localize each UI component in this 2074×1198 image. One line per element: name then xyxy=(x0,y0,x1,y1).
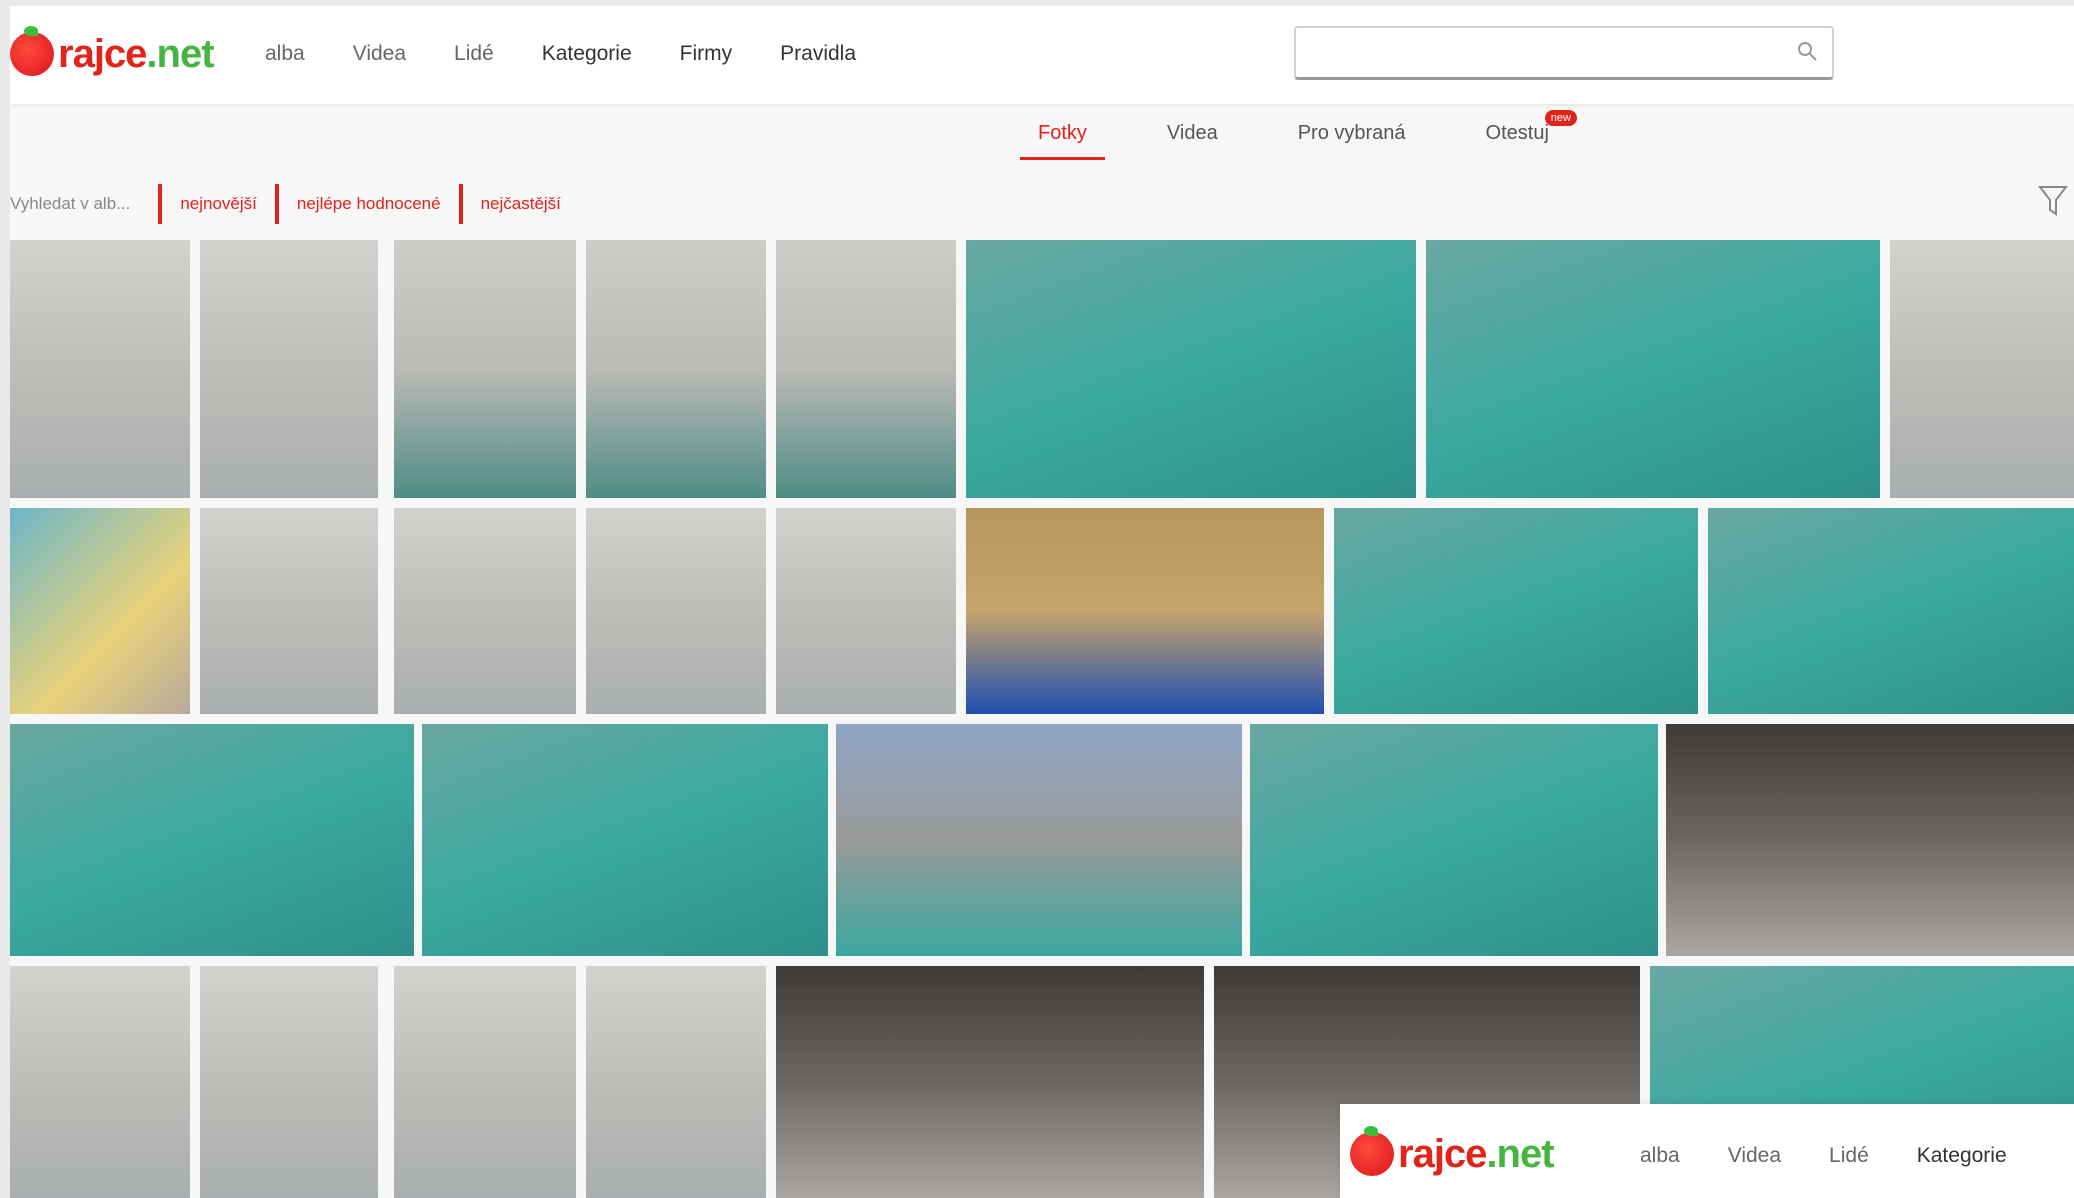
photo-thumbnail[interactable] xyxy=(586,240,766,498)
site-header: rajce.net alba Videa Lidé Kategorie Firm… xyxy=(10,6,2074,104)
filter-most-frequent[interactable]: nejčastější xyxy=(475,194,567,214)
filter-divider xyxy=(158,184,163,224)
photo-thumbnail[interactable] xyxy=(586,966,766,1198)
banner-nav-people[interactable]: Lidé xyxy=(1829,1144,1869,1168)
photo-thumbnail[interactable] xyxy=(200,508,378,714)
tab-videos[interactable]: Videa xyxy=(1149,118,1236,160)
page: rajce.net alba Videa Lidé Kategorie Firm… xyxy=(10,6,2074,1198)
banner-nav-videos[interactable]: Videa xyxy=(1728,1144,1781,1168)
logo-text: rajce.net xyxy=(1398,1131,1555,1176)
banner-logo[interactable]: rajce.net xyxy=(1350,1124,1555,1184)
photo-thumbnail[interactable] xyxy=(394,966,576,1198)
banner-nav: alba Videa Lidé Kategorie xyxy=(1640,1144,2055,1168)
filter-newest[interactable]: nejnovější xyxy=(174,194,263,214)
new-badge: new xyxy=(1544,110,1577,126)
photo-thumbnail[interactable] xyxy=(10,966,190,1198)
photo-thumbnail[interactable] xyxy=(776,508,956,714)
nav-videos[interactable]: Videa xyxy=(353,42,406,66)
photo-thumbnail[interactable] xyxy=(776,966,1204,1198)
nav-rules[interactable]: Pravidla xyxy=(780,42,856,66)
banner-nav-albums[interactable]: alba xyxy=(1640,1144,1680,1168)
photo-thumbnail[interactable] xyxy=(836,724,1242,956)
photo-thumbnail[interactable] xyxy=(776,240,956,498)
photo-thumbnail[interactable] xyxy=(394,240,576,498)
photo-thumbnail[interactable] xyxy=(200,966,378,1198)
photo-thumbnail[interactable] xyxy=(422,724,828,956)
filter-label: Vyhledat v alb... xyxy=(10,194,131,213)
nav-companies[interactable]: Firmy xyxy=(680,42,732,66)
filter-top-rated[interactable]: nejlépe hodnocené xyxy=(291,194,447,214)
content-tabs: Fotky Videa Pro vybraná Otestuj new xyxy=(1020,110,1611,160)
photo-thumbnail[interactable] xyxy=(1334,508,1698,714)
photo-thumbnail[interactable] xyxy=(1426,240,1880,498)
photo-thumbnail[interactable] xyxy=(586,508,766,714)
nav-categories[interactable]: Kategorie xyxy=(542,42,632,66)
photo-thumbnail[interactable] xyxy=(966,508,1324,714)
strawberry-logo-icon xyxy=(1350,1126,1394,1176)
photo-thumbnail[interactable] xyxy=(200,240,378,498)
filter-funnel-icon[interactable] xyxy=(2038,184,2068,218)
bottom-banner[interactable]: rajce.net alba Videa Lidé Kategorie xyxy=(1340,1104,2074,1198)
photo-thumbnail[interactable] xyxy=(394,508,576,714)
photo-thumbnail[interactable] xyxy=(1666,724,2074,956)
photo-thumbnail[interactable] xyxy=(1708,508,2074,714)
photo-thumbnail[interactable] xyxy=(10,508,190,714)
photo-thumbnail[interactable] xyxy=(1250,724,1658,956)
tab-featured[interactable]: Pro vybraná xyxy=(1280,118,1424,160)
photo-thumbnail[interactable] xyxy=(1890,240,2074,498)
logo-text: rajce.net xyxy=(58,31,215,76)
photo-thumbnail[interactable] xyxy=(10,724,414,956)
search-box[interactable] xyxy=(1294,26,1834,80)
filter-divider xyxy=(274,184,279,224)
photo-thumbnail[interactable] xyxy=(966,240,1416,498)
tab-test[interactable]: Otestuj new xyxy=(1468,110,1577,160)
nav-people[interactable]: Lidé xyxy=(454,42,494,66)
photo-thumbnail[interactable] xyxy=(10,240,190,498)
filter-divider xyxy=(458,184,463,224)
search-icon[interactable] xyxy=(1796,40,1818,62)
tab-photos[interactable]: Fotky xyxy=(1020,118,1105,160)
banner-nav-categories[interactable]: Kategorie xyxy=(1917,1144,2007,1168)
filter-bar: Vyhledat v alb... nejnovější nejlépe hod… xyxy=(10,184,567,224)
strawberry-logo-icon xyxy=(10,26,54,76)
main-nav: alba Videa Lidé Kategorie Firmy Pravidla xyxy=(265,42,904,66)
nav-albums[interactable]: alba xyxy=(265,42,305,66)
site-logo[interactable]: rajce.net xyxy=(10,24,215,84)
